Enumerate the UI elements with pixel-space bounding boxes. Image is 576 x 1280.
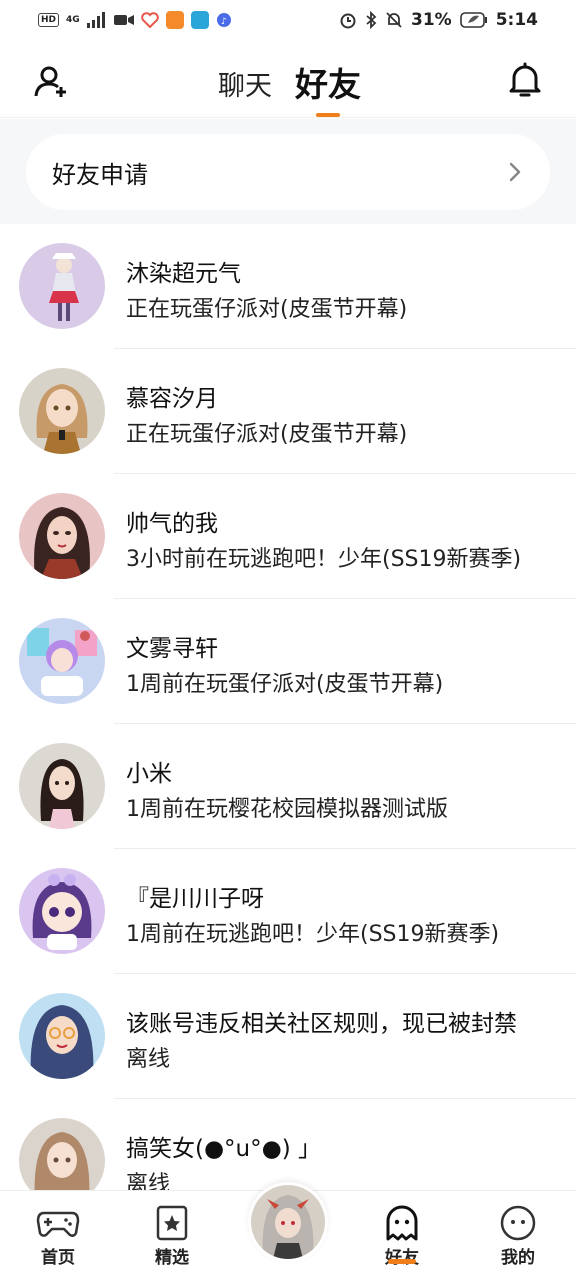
status-right: 31% 5:14	[339, 10, 538, 30]
star-card-icon	[156, 1205, 188, 1241]
friend-name: 『是川川子呀	[126, 886, 264, 912]
signal-icon	[86, 12, 105, 28]
gamepad-icon	[36, 1211, 80, 1237]
friend-row[interactable]: 该账号违反相关社区规则，现已被封禁 离线	[0, 974, 576, 1099]
add-user-icon	[34, 66, 66, 97]
friend-name: 沐染超元气	[126, 261, 241, 287]
notifications-button[interactable]	[505, 60, 545, 100]
nav-home[interactable]: 首页	[8, 1191, 108, 1280]
friend-row[interactable]: 小米 1周前在玩樱花校园模拟器测试版	[0, 724, 576, 849]
nav-mine-label: 我的	[501, 1248, 535, 1268]
status-left: HD 4G ♪	[38, 11, 232, 29]
friend-row[interactable]: 慕容汐月 正在玩蛋仔派对(皮蛋节开幕)	[0, 349, 576, 474]
face-icon	[500, 1205, 536, 1241]
nav-featured[interactable]: 精选	[122, 1191, 222, 1280]
friend-request-button[interactable]: 好友申请	[26, 134, 550, 210]
chevron-right-icon	[509, 162, 521, 182]
clock: 5:14	[495, 10, 538, 30]
avatar[interactable]	[19, 743, 105, 829]
nav-active-indicator	[388, 1259, 416, 1264]
friend-name: 帅气的我	[126, 511, 218, 537]
nav-center-avatar-button[interactable]	[248, 1182, 328, 1262]
header: 聊天 好友	[0, 42, 576, 118]
friend-name: 小米	[126, 761, 172, 787]
network-type: 4G	[66, 14, 80, 25]
video-app-icon	[165, 11, 184, 29]
tab-friends[interactable]: 好友	[295, 58, 361, 106]
friend-status: 离线	[126, 1047, 171, 1072]
video-icon	[113, 15, 134, 25]
friend-status: 1周前在玩樱花校园模拟器测试版	[126, 797, 448, 822]
ghost-icon	[386, 1205, 418, 1241]
nav-featured-label: 精选	[155, 1248, 189, 1268]
avatar[interactable]	[19, 618, 105, 704]
avatar	[251, 1185, 325, 1259]
bell-icon	[509, 62, 541, 97]
bluetooth-icon	[366, 11, 377, 29]
friend-name: 搞笑女(●°u°●) 」	[126, 1136, 321, 1162]
avatar[interactable]	[19, 993, 105, 1079]
nav-mine[interactable]: 我的	[468, 1191, 568, 1280]
avatar[interactable]	[19, 243, 105, 329]
friend-row[interactable]: 沐染超元气 正在玩蛋仔派对(皮蛋节开幕)	[0, 224, 576, 349]
avatar[interactable]	[19, 493, 105, 579]
nav-home-label: 首页	[41, 1248, 75, 1268]
music-icon: ♪	[216, 13, 231, 27]
book-app-icon	[190, 11, 209, 29]
nav-friends[interactable]: 好友	[352, 1191, 452, 1280]
alarm-icon	[340, 13, 356, 29]
friend-status: 正在玩蛋仔派对(皮蛋节开幕)	[126, 422, 408, 447]
friend-status: 3小时前在玩逃跑吧！少年(SS19新赛季)	[126, 547, 522, 572]
friend-row[interactable]: 帅气的我 3小时前在玩逃跑吧！少年(SS19新赛季)	[0, 474, 576, 599]
friend-name: 文雾寻轩	[126, 636, 218, 662]
hd-icon: HD	[38, 13, 60, 27]
svg-text:♪: ♪	[221, 17, 227, 27]
friend-name: 慕容汐月	[126, 386, 218, 412]
avatar[interactable]	[19, 368, 105, 454]
battery-icon	[459, 12, 487, 28]
avatar[interactable]	[19, 868, 105, 954]
friend-row[interactable]: 『是川川子呀 1周前在玩逃跑吧！少年(SS19新赛季)	[0, 849, 576, 974]
nav-friends-label: 好友	[385, 1248, 419, 1268]
friend-request-label: 好友申请	[52, 160, 148, 189]
status-bar: HD 4G ♪ 31% 5:14	[0, 0, 576, 40]
friend-name: 该账号违反相关社区规则，现已被封禁	[126, 1011, 517, 1037]
friend-list: 沐染超元气 正在玩蛋仔派对(皮蛋节开幕) 慕容汐月 正在玩蛋仔派对(皮蛋节开幕)…	[0, 224, 576, 1224]
mute-icon	[386, 12, 402, 28]
health-icon	[140, 12, 159, 28]
friend-status: 1周前在玩蛋仔派对(皮蛋节开幕)	[126, 672, 444, 697]
tab-active-indicator	[316, 113, 340, 117]
friend-request-section: 好友申请	[0, 119, 576, 224]
friend-status: 1周前在玩逃跑吧！少年(SS19新赛季)	[126, 922, 500, 947]
friend-row[interactable]: 文雾寻轩 1周前在玩蛋仔派对(皮蛋节开幕)	[0, 599, 576, 724]
battery-percent: 31%	[411, 10, 452, 30]
tab-chat[interactable]: 聊天	[218, 64, 272, 103]
friend-status: 正在玩蛋仔派对(皮蛋节开幕)	[126, 297, 408, 322]
add-friend-button[interactable]	[32, 62, 72, 102]
